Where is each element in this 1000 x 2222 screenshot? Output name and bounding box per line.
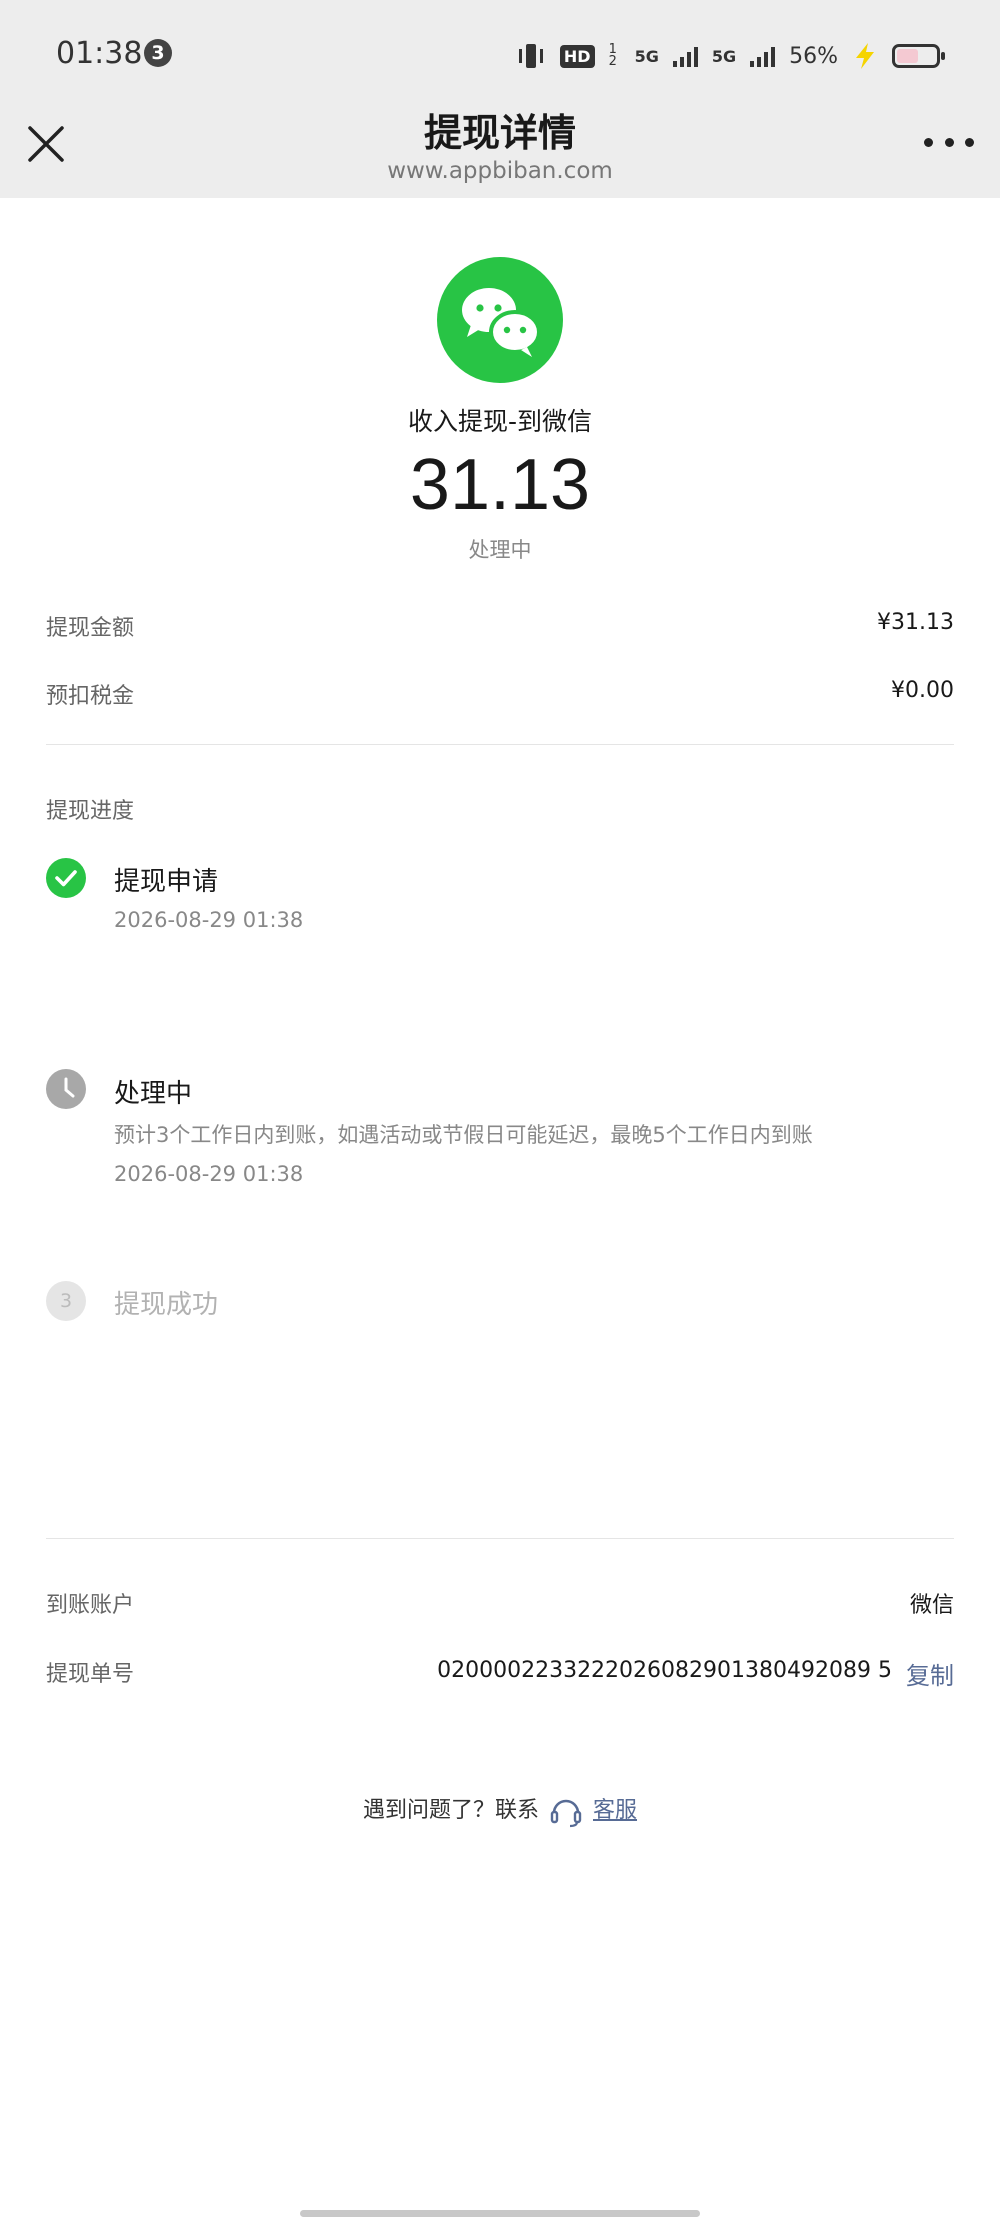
- hd-sub-label: 1 2: [608, 42, 617, 69]
- step-1-title: 提现申请: [114, 867, 219, 897]
- help-text: 遇到问题了？联系: [362, 1798, 539, 1823]
- more-menu-button[interactable]: [924, 130, 974, 154]
- copy-order-button[interactable]: 复制: [906, 1656, 954, 1691]
- charging-icon: [856, 43, 874, 69]
- signal-icon-2: [750, 45, 776, 67]
- withdraw-amount-value: ¥31.13: [877, 610, 954, 635]
- withdraw-status: 处理中: [468, 538, 532, 562]
- withdraw-type: 收入提现-到微信: [407, 407, 593, 436]
- tax-value: ¥0.00: [891, 678, 954, 703]
- wechat-logo-icon: [437, 257, 563, 383]
- step-3-title: 提现成功: [114, 1290, 219, 1320]
- battery-icon: [892, 44, 945, 68]
- wechat-bubbles-icon: [462, 288, 541, 357]
- status-bar: 01:38 3 HD 1 2 5G 5G 56%: [0, 0, 1000, 110]
- notification-count-badge: 3: [144, 39, 172, 67]
- account-label: 到账账户: [46, 1593, 135, 1618]
- step-pending-number: 3: [46, 1281, 86, 1321]
- battery-fill: [897, 49, 919, 63]
- order-number: 0200002233222026082901380492089 5: [437, 1658, 892, 1683]
- withdraw-amount: 31.13: [409, 445, 591, 525]
- withdraw-amount-label: 提现金额: [46, 616, 135, 641]
- step-1-time: 2026-08-29 01:38: [114, 908, 304, 932]
- vibrate-icon: [518, 44, 543, 68]
- account-value: 微信: [909, 1593, 954, 1618]
- nav-bar: 提现详情 www.appbiban.com: [0, 110, 1000, 198]
- step-done-check-icon: [46, 858, 86, 898]
- network-5g-label-1: 5G: [634, 46, 659, 66]
- step-2-desc: 预计3个工作日内到账，如遇活动或节假日可能延迟，最晚5个工作日内到账: [114, 1123, 813, 1147]
- hd-icon: HD: [559, 44, 595, 68]
- divider: [46, 1538, 954, 1539]
- page-title: 提现详情: [423, 111, 576, 155]
- status-time: 01:38: [56, 36, 143, 71]
- order-label: 提现单号: [46, 1662, 135, 1687]
- help-line: 遇到问题了？联系 客服: [0, 1792, 1000, 1829]
- step-2-title: 处理中: [114, 1079, 193, 1109]
- step-active-clock-icon: [46, 1069, 86, 1109]
- progress-section-title: 提现进度: [46, 799, 135, 824]
- page-url: www.appbiban.com: [387, 158, 613, 184]
- status-icons: HD 1 2 5G 5G 56%: [516, 36, 945, 76]
- more-dot-icon: [924, 137, 933, 147]
- tax-label: 预扣税金: [46, 684, 135, 709]
- network-5g-label-2: 5G: [711, 46, 737, 66]
- customer-service-headset-icon: [550, 1799, 582, 1828]
- signal-icon-1: [672, 45, 698, 67]
- customer-service-link[interactable]: 客服: [593, 1798, 637, 1823]
- battery-percent: 56%: [789, 43, 838, 69]
- home-indicator: [300, 2210, 700, 2217]
- more-dot-icon: [965, 137, 974, 147]
- more-dot-icon: [944, 137, 954, 147]
- divider: [46, 744, 954, 745]
- step-2-time: 2026-08-29 01:38: [114, 1162, 304, 1186]
